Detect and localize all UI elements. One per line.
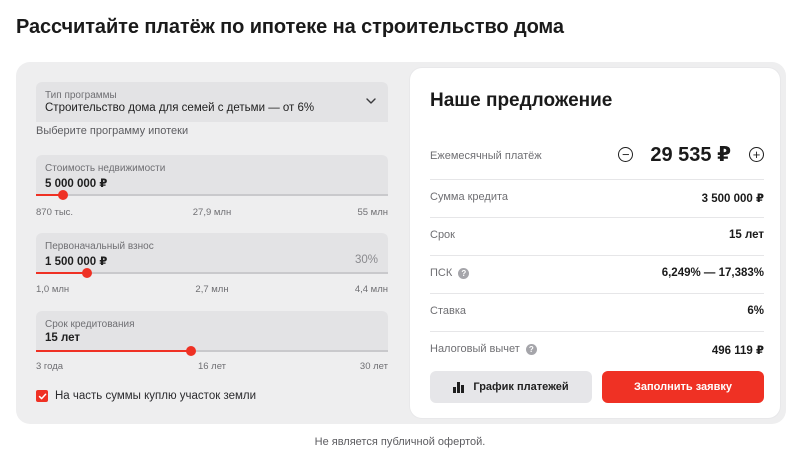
down-payment-field[interactable]: Первоначальный взнос 1 500 000 ₽ 30% [36,233,388,278]
program-select[interactable]: Тип программы Строительство дома для сем… [36,82,388,122]
program-value: Строительство дома для семей с детьми — … [45,102,315,114]
payment-schedule-button[interactable]: График платежей [430,371,592,403]
psk-label-text: ПСК [430,267,453,279]
term-slider-track[interactable] [36,346,388,356]
offer-title: Наше предложение [430,90,613,111]
property-cost-slider-handle[interactable] [58,190,69,200]
down-payment-label: Первоначальный взнос [45,241,154,252]
down-payment-slider-handle[interactable] [82,268,93,278]
down-payment-percent: 30% [354,254,378,266]
term-value[interactable]: 15 лет [45,332,80,344]
offer-card: Наше предложение Ежемесячный платёж − 29… [410,68,780,418]
page-title: Рассчитайте платёж по ипотеке на строите… [16,16,564,38]
payment-schedule-label: График платежей [473,381,569,393]
tax-deduction-label-text: Налоговый вычет [430,343,520,355]
property-cost-value[interactable]: 5 000 000 ₽ [45,176,107,190]
plus-icon[interactable]: + [749,147,764,162]
land-checkbox-label: На часть суммы куплю участок земли [55,390,257,402]
monthly-payment-row: Ежемесячный платёж − 29 535 ₽ + [430,130,764,180]
rate-label: Ставка [430,305,466,317]
checkmark-icon [38,393,46,399]
term-row-label: Срок [430,229,455,241]
term-field[interactable]: Срок кредитования 15 лет [36,311,388,356]
tick-mid: 27,9 млн [192,207,232,218]
tick-min: 870 тыс. [36,207,74,218]
down-payment-slider-fill [36,272,88,274]
loan-amount-row: Сумма кредита 3 500 000 ₽ [430,180,764,218]
tick-max: 30 лет [359,361,388,372]
psk-value: 6,249% — 17,383% [661,267,764,279]
info-icon[interactable]: ? [458,267,470,279]
tick-max: 4,4 млн [354,284,388,295]
tick-mid: 16 лет [197,361,227,372]
term-slider-handle[interactable] [185,346,196,356]
psk-row: ПСК ? 6,249% — 17,383% [430,256,764,294]
calculator-panel: Тип программы Строительство дома для сем… [16,62,786,424]
loan-amount-label: Сумма кредита [430,191,509,203]
bar-chart-icon [453,381,465,393]
tick-min: 3 года [36,361,64,372]
land-checkbox[interactable] [36,390,48,402]
chevron-down-icon [366,98,376,104]
tax-deduction-row: Налоговый вычет ? 496 119 ₽ [430,332,764,370]
tax-deduction-value: 496 119 ₽ [711,345,764,357]
property-cost-field[interactable]: Стоимость недвижимости 5 000 000 ₽ [36,155,388,200]
monthly-payment-value: 29 535 ₽ [650,144,731,166]
property-cost-slider-track[interactable] [36,190,388,200]
tax-deduction-label: Налоговый вычет ? [430,343,537,355]
term-label: Срок кредитования [45,319,135,330]
tick-mid: 2,7 млн [195,284,229,295]
down-payment-value[interactable]: 1 500 000 ₽ [45,254,107,268]
monthly-payment-label: Ежемесячный платёж [430,150,542,162]
apply-button[interactable]: Заполнить заявку [602,371,764,403]
tick-min: 1,0 млн [36,284,70,295]
property-cost-label: Стоимость недвижимости [45,163,166,174]
term-row-value: 15 лет [728,229,764,241]
psk-label: ПСК ? [430,267,470,279]
program-label: Тип программы [45,90,117,101]
land-checkbox-row[interactable]: На часть суммы куплю участок земли [36,390,256,402]
minus-icon[interactable]: − [618,147,634,162]
info-icon[interactable]: ? [525,343,537,355]
rate-row: Ставка 6% [430,294,764,332]
disclaimer: Не является публичной офертой. [314,436,486,448]
loan-amount-value: 3 500 000 ₽ [701,193,764,205]
down-payment-slider-track[interactable] [36,268,388,278]
rate-value: 6% [747,305,764,317]
tick-max: 55 млн [357,207,388,218]
term-row: Срок 15 лет [430,218,764,256]
term-slider-fill [36,350,191,352]
program-hint: Выберите программу ипотеки [36,125,189,137]
